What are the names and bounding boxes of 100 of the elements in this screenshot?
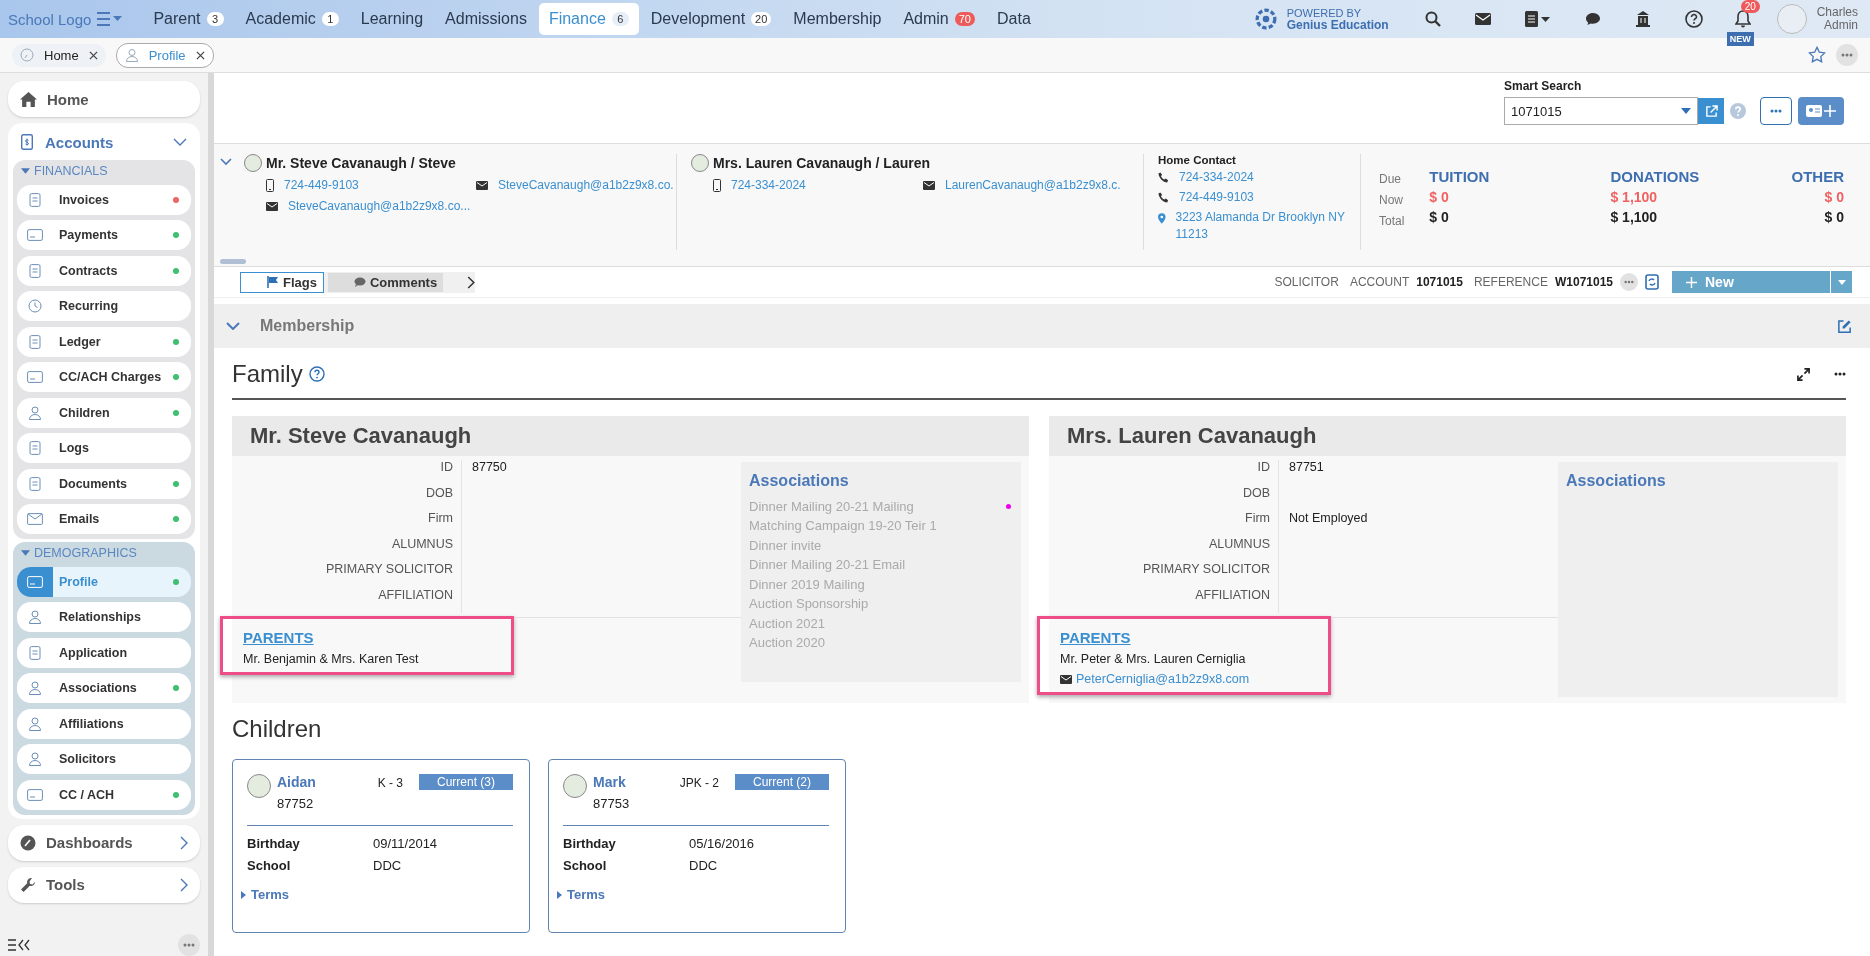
terms-toggle[interactable]: Terms xyxy=(241,887,290,902)
home-nav-item[interactable]: Home xyxy=(8,81,200,117)
sidebar-item[interactable]: Recurring xyxy=(17,291,191,321)
sidebar-item[interactable]: Affiliations xyxy=(17,708,191,739)
field-label: Birthday xyxy=(563,836,617,851)
panel-tab[interactable]: Flags xyxy=(240,271,324,293)
plus-icon xyxy=(1686,276,1697,288)
sidebar-item[interactable]: Associations xyxy=(17,673,191,703)
person-icon xyxy=(124,48,139,62)
sidebar-item[interactable]: Documents xyxy=(17,468,191,499)
field-label: Birthday xyxy=(247,836,301,851)
sidebar-item[interactable]: Relationships xyxy=(17,602,191,632)
nav-tab[interactable]: Learning xyxy=(350,3,434,35)
chevron-down-icon[interactable] xyxy=(220,158,232,166)
sidebar-item[interactable]: Contracts xyxy=(17,255,191,286)
resize-handle[interactable] xyxy=(220,259,246,264)
more-button[interactable] xyxy=(1836,44,1858,66)
smart-search-field[interactable]: 1071015 xyxy=(1504,97,1698,125)
more-icon xyxy=(1770,109,1782,113)
search-icon[interactable] xyxy=(1424,11,1441,27)
sync-document-icon[interactable] xyxy=(1645,274,1659,290)
section-title: Membership xyxy=(260,317,355,335)
open-tab[interactable]: Home xyxy=(12,43,106,67)
collapse-icon[interactable] xyxy=(8,939,30,951)
count-badge: 3 xyxy=(206,12,224,26)
caret-down-icon[interactable] xyxy=(21,549,30,556)
count-badge: 1 xyxy=(321,12,339,26)
nav-tab[interactable]: Data xyxy=(987,3,1041,35)
sidebar-item[interactable]: Application xyxy=(17,637,191,668)
sidebar-item[interactable]: Payments xyxy=(17,220,191,250)
chevron-down-icon[interactable] xyxy=(173,138,187,146)
sidebar-item[interactable]: Ledger xyxy=(17,326,191,357)
close-icon[interactable] xyxy=(195,50,205,60)
nav-tab[interactable]: Academic 1 xyxy=(235,3,349,35)
expand-icon[interactable] xyxy=(1797,367,1810,381)
section-heading: Children xyxy=(232,715,323,743)
sidebar-item[interactable]: Invoices xyxy=(17,184,191,215)
balance-row-label: Now xyxy=(1379,193,1404,207)
powered-by-label: POWERED BY xyxy=(1286,7,1363,19)
field-value: 09/11/2014 xyxy=(373,836,439,851)
more-button[interactable] xyxy=(1760,97,1792,125)
more-icon[interactable] xyxy=(1834,372,1846,376)
sidebar-item[interactable]: CC / ACH xyxy=(17,779,191,810)
sidebar-item[interactable]: Logs xyxy=(17,433,191,463)
envelope-icon xyxy=(1060,674,1072,684)
nav-tab[interactable]: Parent 3 xyxy=(143,3,234,35)
nav-tab[interactable]: Membership xyxy=(783,3,892,35)
associations-title: Associations xyxy=(1566,472,1667,490)
help-icon[interactable] xyxy=(1684,10,1703,28)
chat-icon[interactable] xyxy=(1584,12,1601,26)
building-icon[interactable] xyxy=(1634,11,1651,27)
dashboards-nav-item[interactable]: Dashboards xyxy=(8,824,200,861)
chevron-right-icon xyxy=(180,877,188,892)
dropdown-toggle[interactable] xyxy=(1830,271,1852,293)
field-label: DOB xyxy=(232,485,462,511)
field-label: PRIMARY SOLICITOR xyxy=(232,562,462,588)
caret-down-icon[interactable] xyxy=(21,167,30,174)
nav-tab[interactable]: Development 20 xyxy=(640,3,782,35)
nav-tab[interactable]: Finance 6 xyxy=(538,3,639,35)
sidebar-item[interactable]: Emails xyxy=(17,504,191,534)
calendar-dropdown-icon[interactable] xyxy=(1524,11,1551,27)
field-value: 87751 xyxy=(1289,460,1324,474)
child-name-link[interactable]: Aidan xyxy=(277,774,316,790)
field-value: DDC xyxy=(689,858,719,873)
open-tab[interactable]: Profile xyxy=(115,42,214,68)
child-name-link[interactable]: Mark xyxy=(593,774,630,790)
nav-tab[interactable]: Admin 70 xyxy=(893,3,985,35)
terms-toggle[interactable]: Terms xyxy=(557,887,606,902)
tools-nav-item[interactable]: Tools xyxy=(8,866,200,903)
more-button[interactable] xyxy=(1620,273,1638,291)
smart-search-label: Smart Search xyxy=(1504,79,1583,93)
menu-icon[interactable] xyxy=(97,12,124,26)
contact-name: Mrs. Lauren Cavanaugh / Lauren xyxy=(713,155,931,171)
association-item: Auction 2021 xyxy=(749,615,825,631)
accounts-label[interactable]: Accounts xyxy=(45,133,114,151)
star-icon[interactable] xyxy=(1808,46,1826,64)
chevron-right-icon[interactable] xyxy=(467,275,476,289)
field-label: ALUMNUS xyxy=(232,536,462,562)
note-icon xyxy=(27,441,43,455)
close-icon[interactable] xyxy=(88,50,98,60)
amount-total: $ 0 xyxy=(1429,209,1450,225)
membership-section-header[interactable]: Membership xyxy=(214,304,1870,348)
nav-tab[interactable]: Admissions xyxy=(435,3,537,35)
solicitor-label: SOLICITOR xyxy=(1274,275,1339,289)
panel-tab[interactable]: Comments xyxy=(327,272,444,292)
more-button[interactable] xyxy=(178,934,200,956)
open-link-button[interactable] xyxy=(1698,98,1724,124)
field-label: ID xyxy=(1049,460,1279,486)
mail-icon[interactable] xyxy=(1474,13,1491,25)
sidebar-item[interactable]: Solicitors xyxy=(17,744,191,774)
child-id: 87753 xyxy=(593,796,630,811)
bell-icon[interactable] xyxy=(1734,10,1751,28)
edit-icon[interactable] xyxy=(1837,318,1852,334)
account-number: 1071015 xyxy=(1416,275,1463,289)
envelope-icon xyxy=(923,180,935,190)
help-icon[interactable] xyxy=(308,366,325,382)
sidebar-item[interactable]: Children xyxy=(17,397,191,428)
map-pin-icon xyxy=(1158,212,1166,225)
sidebar-item[interactable]: CC/ACH Charges xyxy=(17,362,191,392)
add-contact-button[interactable] xyxy=(1798,97,1844,125)
